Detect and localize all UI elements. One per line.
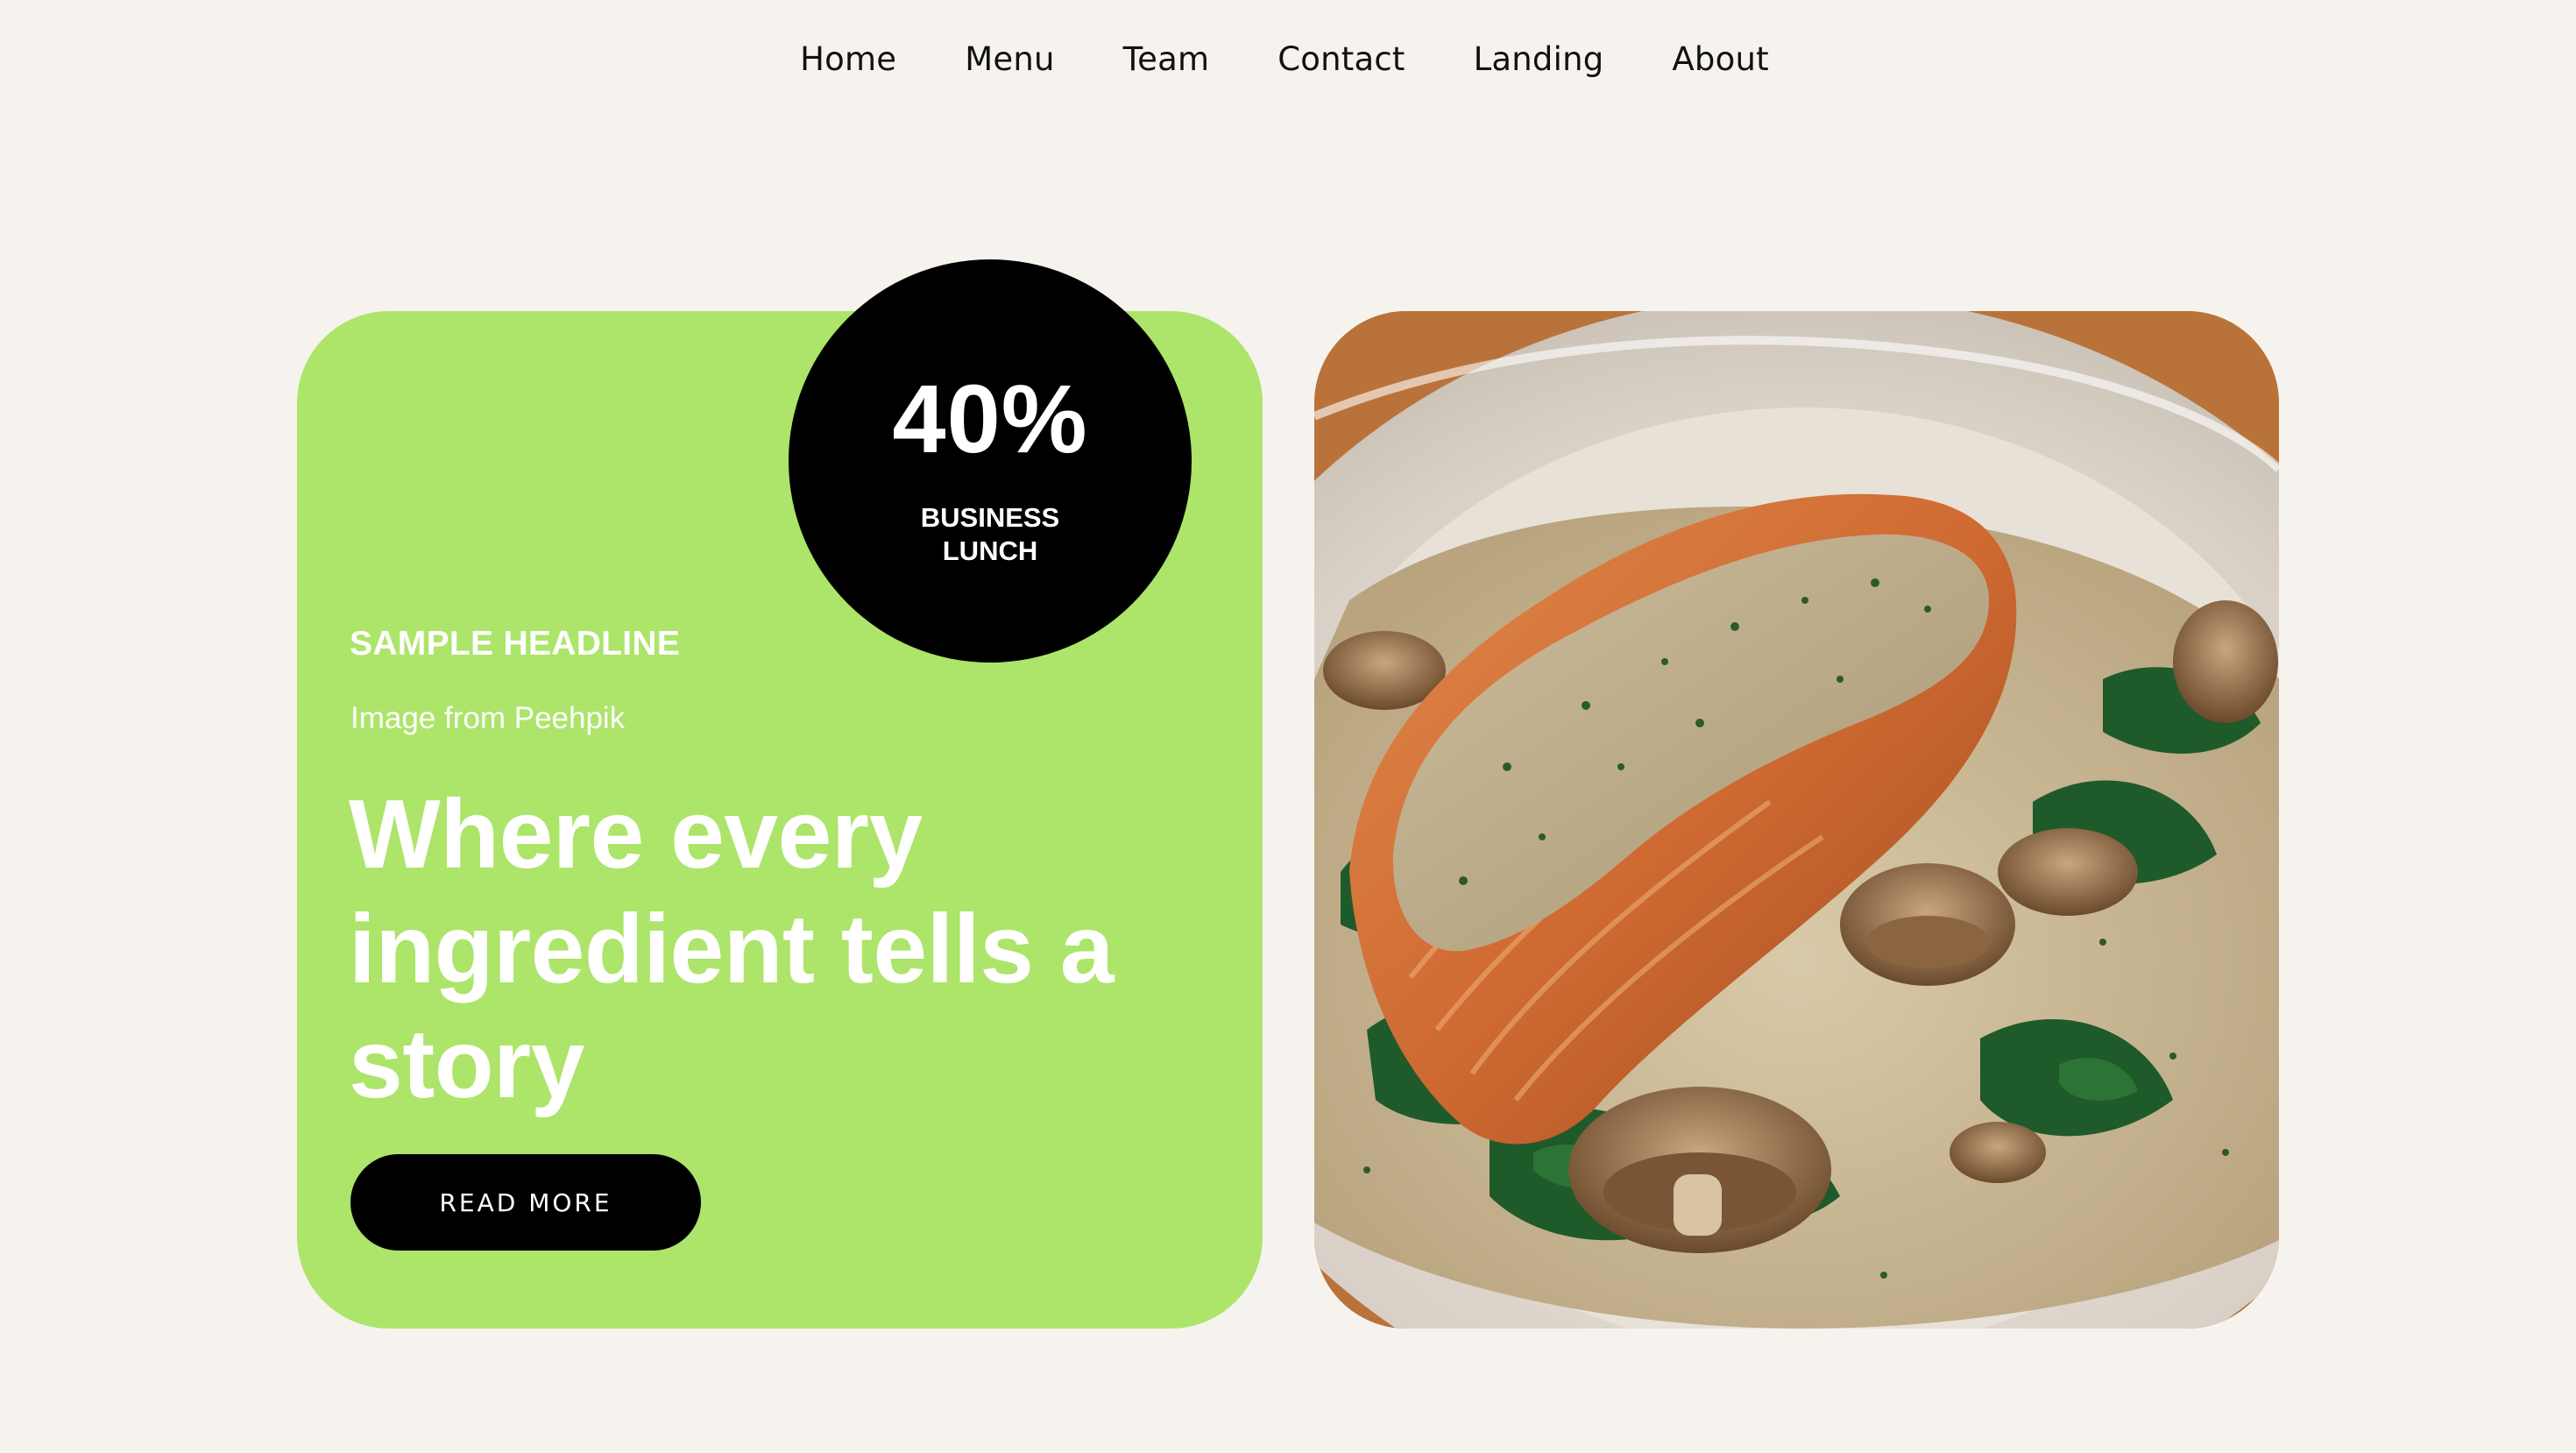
sample-headline: SAMPLE HEADLINE [350,625,681,663]
nav-contact-link[interactable]: Contact [1277,32,1405,88]
nav-home-link[interactable]: Home [800,32,896,88]
nav-landing-link[interactable]: Landing [1474,32,1604,88]
salmon-dish-photo [1314,311,2279,1329]
nav-about-link[interactable]: About [1672,32,1768,88]
nav-menu-link[interactable]: Menu [965,32,1054,88]
food-photo [1314,311,2279,1329]
discount-value: 40% [892,365,1088,473]
top-navigation: Home Menu Team Contact Landing About [0,32,2572,88]
hero-headline: Where every ingredient tells a story [349,780,1115,1118]
discount-badge: 40% BUSINESS LUNCH [789,259,1192,663]
nav-team-link[interactable]: Team [1123,32,1210,88]
read-more-button[interactable]: READ MORE [350,1154,701,1251]
image-credit: Image from Peehpik [350,701,626,735]
discount-label: BUSINESS LUNCH [920,502,1060,566]
